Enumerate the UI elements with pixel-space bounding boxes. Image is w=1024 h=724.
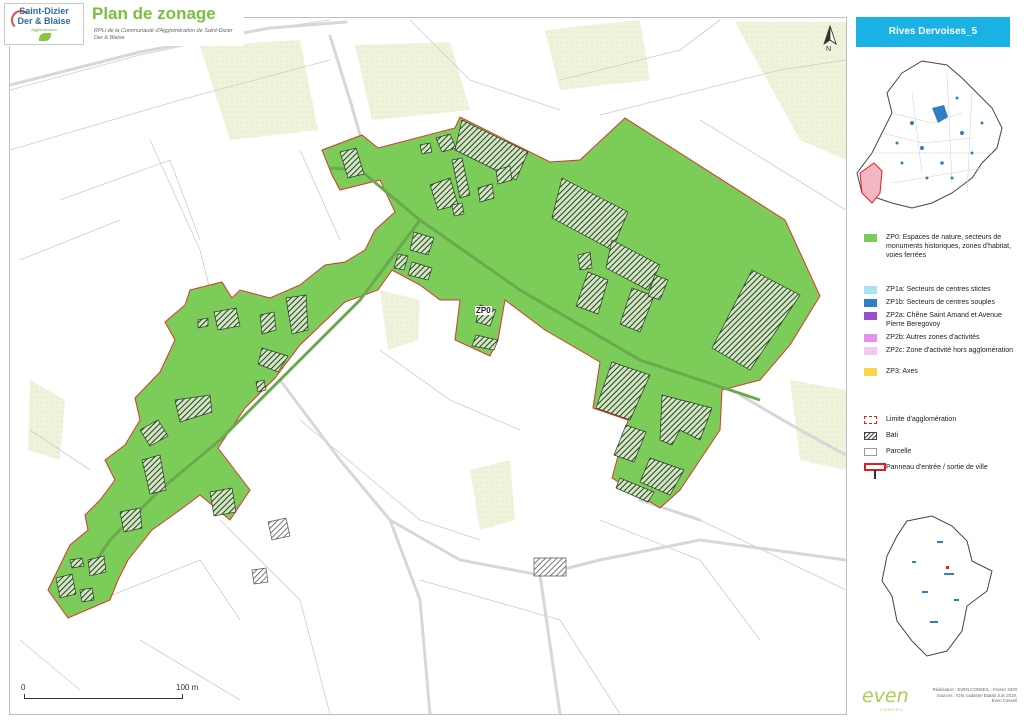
legend-swatch <box>864 234 877 242</box>
legend-label: Panneau d'entrée / sortie de ville <box>886 464 988 471</box>
legend-swatch <box>864 312 877 320</box>
legend-swatch <box>864 347 877 355</box>
locator-map-territory <box>856 60 1003 209</box>
even-conseil-sub: CONSEIL <box>880 707 905 712</box>
legend-label: ZP2a: Chêne Saint Amand et Avenue Pierre… <box>886 312 1002 328</box>
legend-panel: Rives Dervoises_5 ZP0: Espaces de nature… <box>852 17 1014 715</box>
legend-label: Limite d'agglomération <box>886 416 957 423</box>
legend-label: ZP3: Axes <box>886 368 918 375</box>
scale-end-label: 100 m <box>176 683 199 692</box>
scale-bar <box>24 694 183 699</box>
legend-label: ZP1b: Secteurs de centres souples <box>886 299 995 306</box>
legend-swatch <box>864 416 877 424</box>
credits-line3: Even Conseil <box>991 698 1017 703</box>
legend-swatch <box>864 448 877 456</box>
logo-text-line1: Saint-Dizier <box>19 6 69 16</box>
leaf-icon <box>39 33 51 41</box>
logo-text-line2: Der & Blaise <box>17 16 71 26</box>
page-title: Plan de zonage <box>92 4 216 23</box>
legend-swatch <box>864 299 877 307</box>
legend-swatch <box>864 432 877 440</box>
locator-map-commune <box>881 515 993 657</box>
agglomeration-logo: Saint-Dizier Der & Blaise Agglomération <box>4 3 84 45</box>
legend-label: Bati <box>886 432 899 439</box>
legend-label: ZP1a: Secteurs de centres stictes <box>886 286 991 293</box>
legend-label: ZP2b: Autres zones d'activités <box>886 334 980 341</box>
page-subtitle: RPLi de la Communauté d'Agglomération de… <box>94 28 233 41</box>
north-label: N <box>826 46 832 53</box>
credits: Réalisation : EVEN CONSEIL - Février 202… <box>905 687 1017 704</box>
logo-text-line3: Agglomération <box>31 27 57 32</box>
legend-swatch <box>864 334 877 342</box>
panneau-icon <box>864 463 886 479</box>
legend-label: ZP0: Espaces de nature, secteurs de monu… <box>886 234 1012 259</box>
legend-swatch <box>864 368 877 376</box>
legend-label: Parcelle <box>886 448 912 455</box>
legend-label: ZP2c: Zone d'activité hors agglomération <box>886 347 1014 354</box>
sector-title: Rives Dervoises_5 <box>856 17 1010 47</box>
legend-swatch <box>864 286 877 294</box>
even-conseil-logo: even <box>862 685 909 707</box>
zone-label-zp0: ZP0 <box>475 306 492 315</box>
header: Saint-Dizier Der & Blaise Agglomération … <box>0 0 244 46</box>
scale-start-label: 0 <box>21 683 26 692</box>
